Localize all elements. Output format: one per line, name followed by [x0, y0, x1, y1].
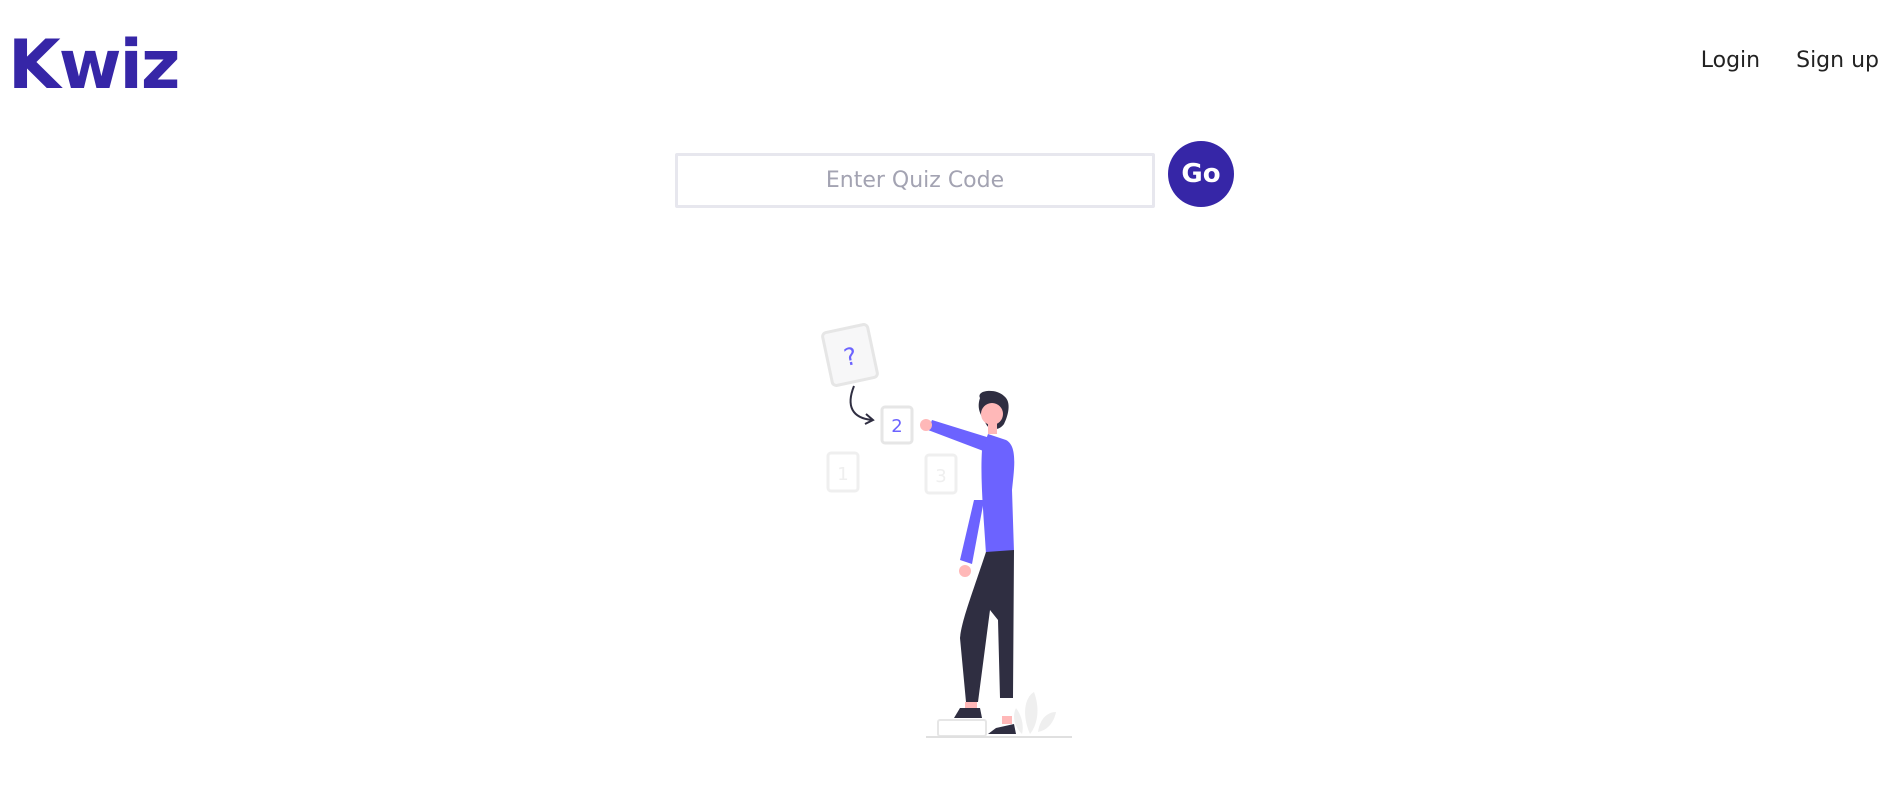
card-1-glyph: 1: [837, 464, 848, 485]
person-sorting-cards-illustration: ? 2 1 3: [821, 323, 1072, 738]
go-button[interactable]: Go: [1168, 141, 1234, 207]
brand-logo[interactable]: Kwiz: [8, 26, 180, 106]
plant-decoration: [1014, 692, 1056, 734]
card-2-glyph: 2: [891, 416, 902, 437]
signup-link[interactable]: Sign up: [1796, 48, 1879, 73]
card-1: 1: [826, 451, 860, 493]
floor-card: [937, 719, 987, 737]
question-card: ?: [821, 323, 879, 387]
quiz-code-form: Go: [675, 141, 1234, 213]
top-nav: Login Sign up: [1701, 48, 1879, 73]
card-2: 2: [880, 405, 914, 445]
card-3-glyph: 3: [935, 466, 946, 487]
login-link[interactable]: Login: [1701, 48, 1760, 73]
quiz-code-input[interactable]: [675, 152, 1155, 208]
card-3: 3: [924, 453, 958, 495]
curved-arrow-icon: [849, 385, 873, 421]
person-figure: [920, 390, 1016, 734]
page: Kwiz Login Sign up Go ? 2 1 3: [0, 0, 1893, 802]
